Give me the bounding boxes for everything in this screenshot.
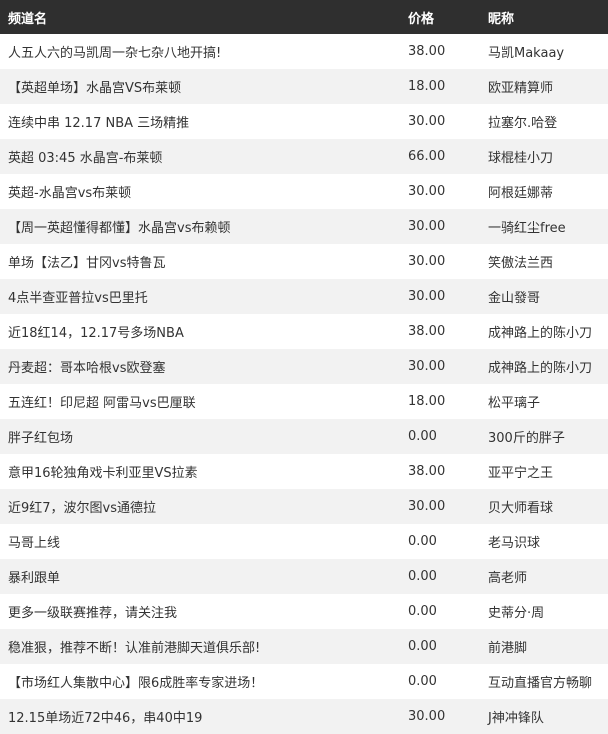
channel-table: 频道名 价格 昵称 人五人六的马凯周一杂七杂八地开搞! 38.00 马凯Makaay… [0, 0, 608, 734]
table-row[interactable]: 稳准狠，推荐不断！认准前港脚天道俱乐部! 0.00 前港脚 [0, 629, 608, 664]
column-header-channel[interactable]: 频道名 [0, 0, 400, 34]
channel-name-cell[interactable]: 12.15单场近72中46，串40中19 [0, 699, 400, 734]
nickname-cell[interactable]: 互动直播官方畅聊 [480, 664, 608, 699]
price-cell: 0.00 [408, 639, 437, 654]
table-row[interactable]: 【市场红人集散中心】限6成胜率专家进场！ 0.00 互动直播官方畅聊 [0, 664, 608, 699]
channel-name-cell[interactable]: 【市场红人集散中心】限6成胜率专家进场！ [0, 664, 400, 699]
nickname-cell[interactable]: 马凯Makaay [480, 34, 608, 69]
price-cell: 30.00 [408, 219, 446, 234]
nickname-cell[interactable]: 阿根廷娜蒂 [480, 174, 608, 209]
table-row[interactable]: 英超 03:45 水晶宫-布莱顿 66.00 球棍桂小刀 [0, 139, 608, 174]
header-row: 频道名 价格 昵称 [0, 0, 608, 34]
price-cell: 0.00 [408, 429, 437, 444]
table-row[interactable]: 【周一英超懂得都懂】水晶宫vs布赖顿 30.00 一骑红尘free [0, 209, 608, 244]
table-row[interactable]: 近18红14，12.17号多场NBA 38.00 成神路上的陈小刀 [0, 314, 608, 349]
channel-name-cell[interactable]: 单场【法乙】甘冈vs特鲁瓦 [0, 244, 400, 279]
channel-name-cell[interactable]: 暴利跟单 [0, 559, 400, 594]
price-cell: 38.00 [408, 44, 446, 59]
channel-name-cell[interactable]: 连续中串 12.17 NBA 三场精推 [0, 104, 400, 139]
table-row[interactable]: 连续中串 12.17 NBA 三场精推 30.00 拉塞尔.哈登 [0, 104, 608, 139]
price-cell: 18.00 [408, 79, 446, 94]
nickname-cell[interactable]: J神冲锋队 [480, 699, 608, 734]
channel-name-cell[interactable]: 更多一级联赛推荐，请关注我 [0, 594, 400, 629]
nickname-cell[interactable]: 前港脚 [480, 629, 608, 664]
nickname-cell[interactable]: 球棍桂小刀 [480, 139, 608, 174]
table-row[interactable]: 近9红7，波尔图vs通德拉 30.00 贝大师看球 [0, 489, 608, 524]
price-cell: 30.00 [408, 709, 446, 724]
table-row[interactable]: 意甲16轮独角戏卡利亚里VS拉素 38.00 亚平宁之王 [0, 454, 608, 489]
channel-name-cell[interactable]: 马哥上线 [0, 524, 400, 559]
channel-name-cell[interactable]: 稳准狠，推荐不断！认准前港脚天道俱乐部! [0, 629, 400, 664]
nickname-cell[interactable]: 300斤的胖子 [480, 419, 608, 454]
price-cell: 0.00 [408, 569, 437, 584]
nickname-cell[interactable]: 松平璃子 [480, 384, 608, 419]
table-header: 频道名 价格 昵称 [0, 0, 608, 34]
nickname-cell[interactable]: 高老师 [480, 559, 608, 594]
price-cell: 38.00 [408, 464, 446, 479]
channel-name-cell[interactable]: 【周一英超懂得都懂】水晶宫vs布赖顿 [0, 209, 400, 244]
price-cell: 30.00 [408, 499, 446, 514]
nickname-cell[interactable]: 拉塞尔.哈登 [480, 104, 608, 139]
column-header-price[interactable]: 价格 [400, 0, 480, 34]
table-row[interactable]: 人五人六的马凯周一杂七杂八地开搞! 38.00 马凯Makaay [0, 34, 608, 69]
nickname-cell[interactable]: 亚平宁之王 [480, 454, 608, 489]
nickname-cell[interactable]: 金山發哥 [480, 279, 608, 314]
channel-name-cell[interactable]: 胖子红包场 [0, 419, 400, 454]
channel-name-cell[interactable]: 意甲16轮独角戏卡利亚里VS拉素 [0, 454, 400, 489]
price-cell: 18.00 [408, 394, 446, 409]
channel-name-cell[interactable]: 近18红14，12.17号多场NBA [0, 314, 400, 349]
nickname-cell[interactable]: 成神路上的陈小刀 [480, 349, 608, 384]
nickname-cell[interactable]: 一骑红尘free [480, 209, 608, 244]
nickname-cell[interactable]: 欧亚精算师 [480, 69, 608, 104]
nickname-cell[interactable]: 贝大师看球 [480, 489, 608, 524]
channel-name-cell[interactable]: 4点半查亚普拉vs巴里托 [0, 279, 400, 314]
channel-name-cell[interactable]: 【英超单场】水晶宫VS布莱顿 [0, 69, 400, 104]
price-cell: 30.00 [408, 114, 446, 129]
table-row[interactable]: 丹麦超：哥本哈根vs欧登塞 30.00 成神路上的陈小刀 [0, 349, 608, 384]
channel-name-cell[interactable]: 人五人六的马凯周一杂七杂八地开搞! [0, 34, 400, 69]
price-cell: 0.00 [408, 534, 437, 549]
table-row[interactable]: 更多一级联赛推荐，请关注我 0.00 史蒂分·周 [0, 594, 608, 629]
table-row[interactable]: 五连红！印尼超 阿雷马vs巴厘联 18.00 松平璃子 [0, 384, 608, 419]
channel-name-cell[interactable]: 五连红！印尼超 阿雷马vs巴厘联 [0, 384, 400, 419]
table-row[interactable]: 马哥上线 0.00 老马识球 [0, 524, 608, 559]
price-cell: 30.00 [408, 359, 446, 374]
channel-name-cell[interactable]: 英超 03:45 水晶宫-布莱顿 [0, 139, 400, 174]
price-cell: 66.00 [408, 149, 446, 164]
table-body: 人五人六的马凯周一杂七杂八地开搞! 38.00 马凯Makaay 【英超单场】水晶宫V… [0, 34, 608, 734]
nickname-cell[interactable]: 笑傲法兰西 [480, 244, 608, 279]
price-cell: 30.00 [408, 289, 446, 304]
table-row[interactable]: 英超-水晶宫vs布莱顿 30.00 阿根廷娜蒂 [0, 174, 608, 209]
column-header-nickname[interactable]: 昵称 [480, 0, 608, 34]
nickname-cell[interactable]: 老马识球 [480, 524, 608, 559]
table-row[interactable]: 胖子红包场 0.00 300斤的胖子 [0, 419, 608, 454]
table-row[interactable]: 单场【法乙】甘冈vs特鲁瓦 30.00 笑傲法兰西 [0, 244, 608, 279]
price-cell: 30.00 [408, 184, 446, 199]
table-row[interactable]: 【英超单场】水晶宫VS布莱顿 18.00 欧亚精算师 [0, 69, 608, 104]
channel-name-cell[interactable]: 英超-水晶宫vs布莱顿 [0, 174, 400, 209]
price-cell: 0.00 [408, 604, 437, 619]
price-cell: 0.00 [408, 674, 437, 689]
nickname-cell[interactable]: 史蒂分·周 [480, 594, 608, 629]
price-cell: 38.00 [408, 324, 446, 339]
channel-name-cell[interactable]: 丹麦超：哥本哈根vs欧登塞 [0, 349, 400, 384]
price-cell: 30.00 [408, 254, 446, 269]
table-row[interactable]: 12.15单场近72中46，串40中19 30.00 J神冲锋队 [0, 699, 608, 734]
nickname-cell[interactable]: 成神路上的陈小刀 [480, 314, 608, 349]
table-row[interactable]: 暴利跟单 0.00 高老师 [0, 559, 608, 594]
channel-name-cell[interactable]: 近9红7，波尔图vs通德拉 [0, 489, 400, 524]
table-row[interactable]: 4点半查亚普拉vs巴里托 30.00 金山發哥 [0, 279, 608, 314]
